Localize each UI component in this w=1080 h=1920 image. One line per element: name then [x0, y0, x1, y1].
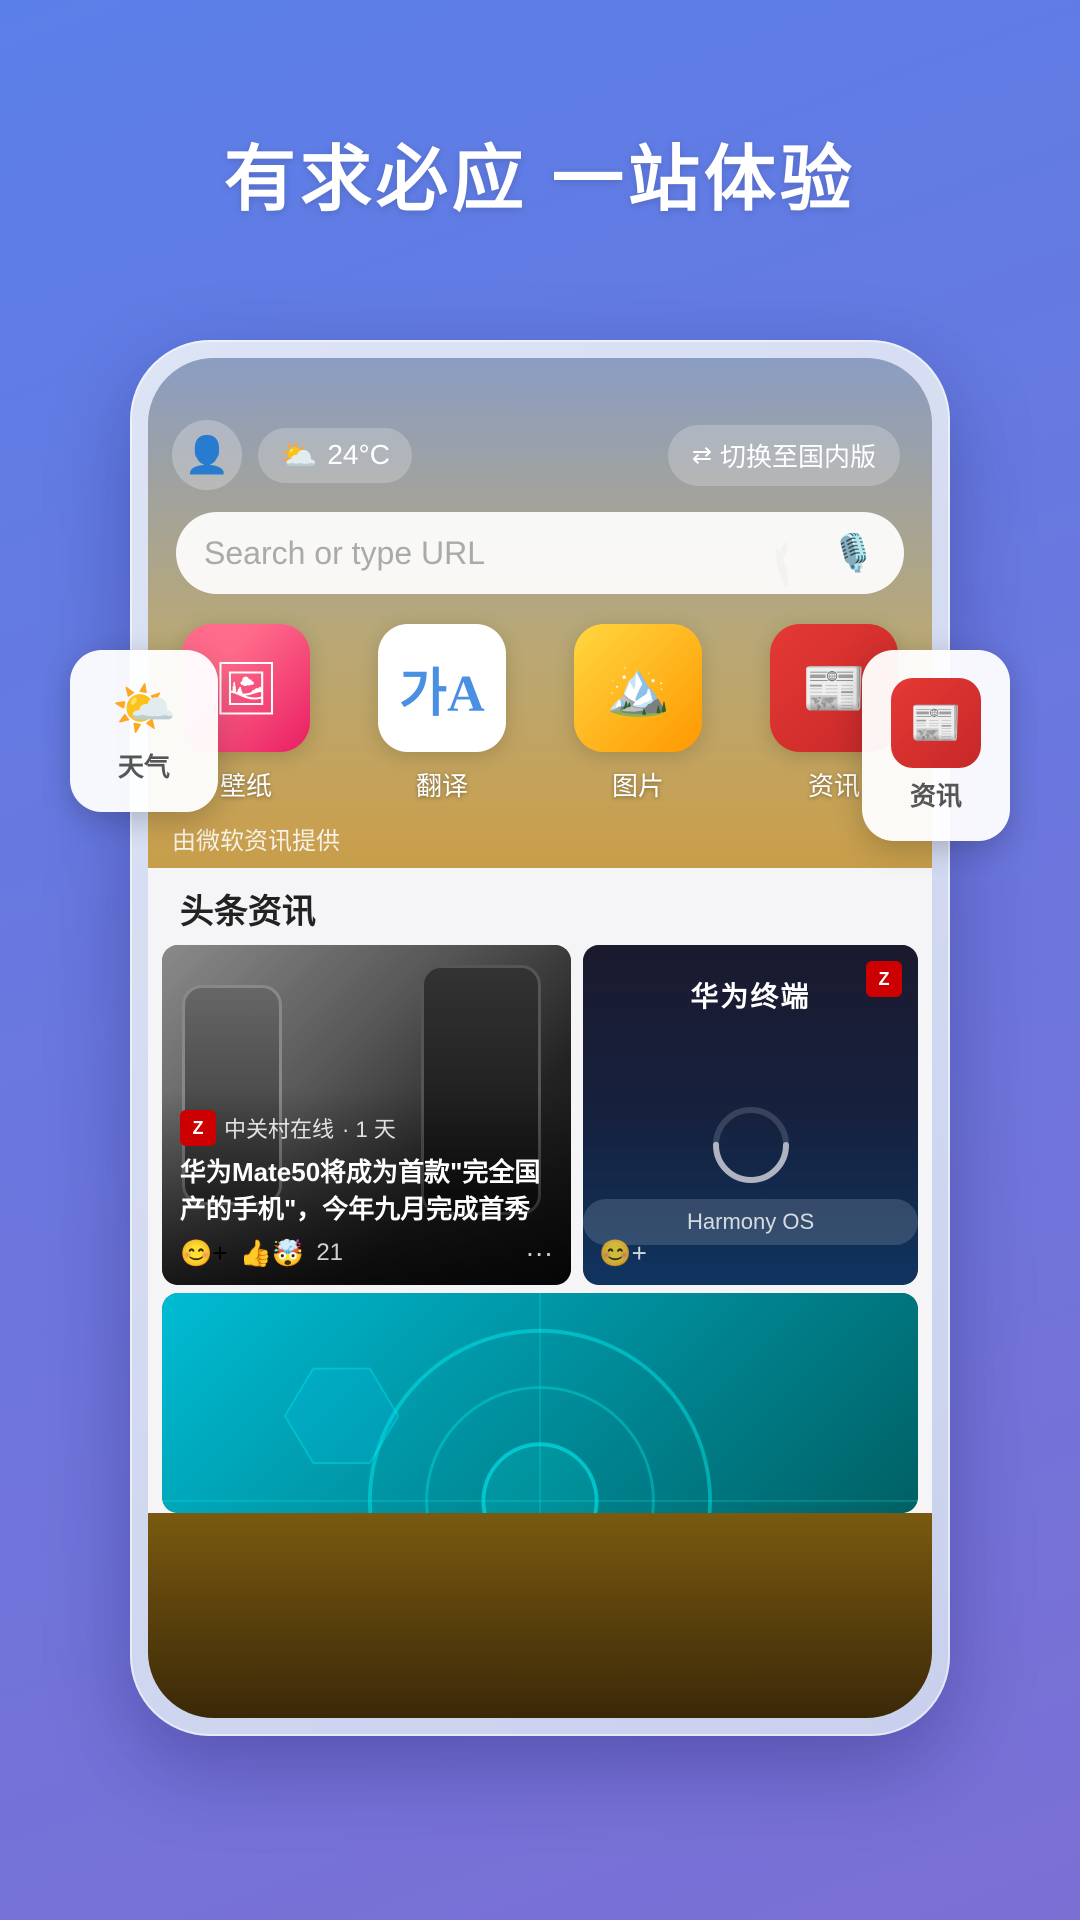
circuit-bg — [162, 1293, 918, 1513]
app-picture[interactable]: 🏔️ 图片 — [564, 624, 712, 803]
card1-overlay: Z 中关村在线 · 1 天 华为Mate50将成为首款"完全国产的手机"，今年九… — [162, 1090, 571, 1285]
source-badge: 由微软资讯提供 — [148, 813, 932, 860]
news-card-2[interactable]: 华为终端 Harmony OS — [583, 945, 918, 1285]
quick-apps-row: 🖼 壁纸 가A 翻译 🏔️ — [148, 614, 932, 813]
phone-frame: 👤 ⛅ 24°C ⇄ 切换至国内版 Search or type URL — [130, 340, 950, 1736]
microphone-icon[interactable]: 🎙️ — [831, 532, 876, 574]
news-row-2 — [148, 1293, 932, 1513]
weather-pill[interactable]: ⛅ 24°C — [258, 428, 412, 483]
news-icon: 📰 — [910, 699, 962, 748]
search-bar-container: Search or type URL 🎙️ — [148, 502, 932, 614]
card2-react-btn[interactable]: 😊+ — [599, 1238, 647, 1269]
card2-source-logo: Z — [866, 961, 902, 997]
weather-cloud-icon: ⛅ — [280, 438, 317, 473]
phone-mockup: 🌤️ 天气 📰 资讯 — [130, 340, 950, 1736]
zol-logo-2: Z — [866, 961, 902, 997]
translate-icon: 가A — [399, 651, 484, 726]
app-translate[interactable]: 가A 翻译 — [368, 624, 516, 803]
translate-label: 翻译 — [416, 766, 468, 803]
card3-image — [162, 1293, 918, 1513]
news-card-3[interactable] — [162, 1293, 918, 1513]
wallpaper-emoji: 🖼 — [213, 658, 279, 719]
loading-circle — [711, 1105, 791, 1185]
more-options-button[interactable]: ··· — [525, 1237, 553, 1269]
search-placeholder-text: Search or type URL — [204, 535, 819, 572]
news-label: 资讯 — [808, 766, 860, 803]
switch-region-button[interactable]: ⇄ 切换至国内版 — [668, 425, 900, 486]
status-bar — [148, 358, 932, 408]
like-count: 21 — [316, 1239, 343, 1267]
card1-headline: 华为Mate50将成为首款"完全国产的手机"，今年九月完成首秀 — [180, 1154, 553, 1227]
switch-label: 切换至国内版 — [720, 437, 876, 474]
phone-screen: 👤 ⛅ 24°C ⇄ 切换至国内版 Search or type URL — [148, 358, 932, 1718]
picture-label: 图片 — [612, 766, 664, 803]
top-bar: 👤 ⛅ 24°C ⇄ 切换至国内版 — [148, 408, 932, 502]
like-icon: 👍🤯 — [240, 1238, 305, 1269]
emoji-react-button[interactable]: 😊+ — [180, 1238, 228, 1269]
avatar-icon: 👤 — [185, 434, 230, 476]
floating-news-label: 资讯 — [910, 776, 962, 813]
section-title: 头条资讯 — [148, 868, 932, 945]
card1-source: 中关村在线 — [224, 1112, 334, 1144]
news-section: 头条资讯 Z 中关村在线 — [148, 868, 932, 1513]
floating-weather-label: 天气 — [118, 747, 170, 784]
floating-news-card[interactable]: 📰 资讯 — [862, 650, 1010, 841]
temperature-display: 24°C — [327, 439, 390, 471]
zol-logo: Z — [180, 1110, 216, 1146]
wallpaper-label: 壁纸 — [220, 766, 272, 803]
news-row-1: Z 中关村在线 · 1 天 华为Mate50将成为首款"完全国产的手机"，今年九… — [148, 945, 932, 1285]
card1-source-row: Z 中关村在线 · 1 天 — [180, 1110, 553, 1146]
card1-time: · 1 天 — [342, 1112, 396, 1144]
switch-icon: ⇄ — [692, 441, 712, 470]
picture-icon: 🏔️ — [574, 624, 702, 752]
hero-title: 有求必应 一站体验 — [0, 0, 1080, 225]
search-bar[interactable]: Search or type URL 🎙️ — [176, 512, 904, 594]
translate-icon-wrap: 가A — [378, 624, 506, 752]
phone-content: 👤 ⛅ 24°C ⇄ 切换至国内版 Search or type URL — [148, 358, 932, 1513]
floating-weather-card[interactable]: 🌤️ 天气 — [70, 650, 218, 812]
news-card-1[interactable]: Z 中关村在线 · 1 天 华为Mate50将成为首款"完全国产的手机"，今年九… — [162, 945, 571, 1285]
avatar-button[interactable]: 👤 — [172, 420, 242, 490]
card1-actions: 😊+ 👍🤯 21 ··· — [180, 1237, 553, 1269]
